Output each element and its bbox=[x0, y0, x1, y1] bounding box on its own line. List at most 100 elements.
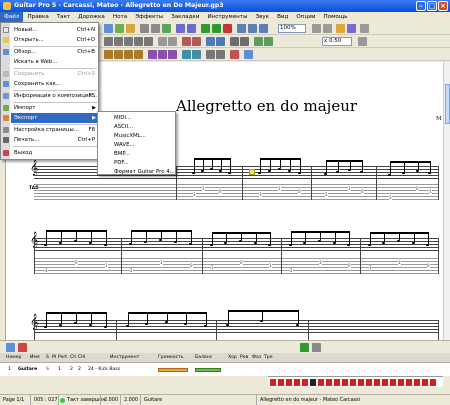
dynamics-icon[interactable] bbox=[182, 37, 191, 46]
screen-view-icon[interactable] bbox=[323, 24, 332, 33]
whole-note-icon[interactable] bbox=[104, 37, 113, 46]
quarter-note-icon[interactable] bbox=[124, 37, 133, 46]
menu-item-new[interactable]: Новый... Ctrl+N bbox=[3, 25, 99, 35]
dotted-note-icon[interactable] bbox=[158, 37, 167, 46]
close-button[interactable]: × bbox=[438, 1, 448, 11]
barline bbox=[360, 238, 361, 274]
barline bbox=[281, 238, 282, 274]
menu-edit[interactable]: Правка bbox=[23, 12, 52, 22]
measure-grid[interactable] bbox=[268, 376, 443, 387]
export-submenu: MIDI... ASCII... MusicXML... WAVE... BMP… bbox=[97, 111, 176, 175]
remove-track-icon[interactable] bbox=[18, 343, 27, 352]
menu-item-open[interactable]: Открыть... Ctrl+O bbox=[3, 35, 99, 45]
grace-note-icon[interactable] bbox=[206, 50, 215, 59]
tempo-select[interactable]: x 0.50 bbox=[322, 37, 352, 46]
menu-file[interactable]: Файл bbox=[0, 12, 24, 22]
menu-tools[interactable]: Инструменты bbox=[203, 12, 251, 22]
maximize-button[interactable]: □ bbox=[427, 1, 437, 11]
barline bbox=[311, 166, 312, 200]
menu-item-web-search[interactable]: Искать в Web... bbox=[11, 57, 99, 67]
zoom-select[interactable]: 100% bbox=[278, 24, 306, 33]
ghost-note-icon[interactable] bbox=[216, 50, 225, 59]
slide-icon[interactable] bbox=[114, 50, 123, 59]
export-gp4[interactable]: Формат Guitar Pro 4... bbox=[100, 167, 175, 177]
bend-icon[interactable] bbox=[104, 50, 113, 59]
menu-help[interactable]: Помощь bbox=[320, 12, 352, 22]
barline bbox=[176, 166, 177, 200]
menu-markers[interactable]: Закладки bbox=[167, 12, 203, 22]
play-icon[interactable] bbox=[201, 24, 210, 33]
time-signature-icon[interactable] bbox=[264, 37, 273, 46]
balance-slider[interactable] bbox=[195, 368, 221, 372]
harmonic-icon[interactable] bbox=[148, 50, 157, 59]
half-note-icon[interactable] bbox=[114, 37, 123, 46]
palm-mute-icon[interactable] bbox=[158, 50, 167, 59]
menu-view[interactable]: Вид bbox=[273, 12, 292, 22]
text-icon[interactable] bbox=[216, 37, 225, 46]
track-row[interactable]: 1 Guitare S 1 2 2 24 - Kick Bass bbox=[0, 362, 450, 376]
hammer-on-icon[interactable] bbox=[124, 50, 133, 59]
volume-slider[interactable] bbox=[158, 368, 188, 372]
sixteenth-note-icon[interactable] bbox=[144, 37, 153, 46]
key-signature-icon[interactable] bbox=[254, 37, 263, 46]
triplet-icon[interactable] bbox=[168, 37, 177, 46]
menu-measure[interactable]: Такт bbox=[53, 12, 74, 22]
vertical-scrollbar[interactable] bbox=[443, 62, 450, 340]
keyboard-icon[interactable] bbox=[347, 24, 356, 33]
title-bar: Guitar Pro 5 - Carcassi, Mateo - Allegre… bbox=[0, 0, 450, 12]
repeat-close-icon[interactable] bbox=[240, 37, 249, 46]
metronome-icon[interactable] bbox=[248, 24, 257, 33]
chord-icon[interactable] bbox=[206, 37, 215, 46]
fade-in-icon[interactable] bbox=[230, 50, 239, 59]
menu-item-browse[interactable]: Обзор... Ctrl+B bbox=[3, 47, 99, 57]
stop-icon[interactable] bbox=[223, 24, 232, 33]
redo-icon[interactable] bbox=[187, 24, 196, 33]
menu-item-exit[interactable]: Выход bbox=[3, 148, 99, 158]
page-view-icon[interactable] bbox=[312, 24, 321, 33]
mixer-settings-icon[interactable] bbox=[312, 343, 321, 352]
minimize-button[interactable]: – bbox=[416, 1, 426, 11]
menu-item-song-info[interactable]: Информация о композиции... F5 bbox=[3, 91, 99, 101]
countdown-icon[interactable] bbox=[259, 24, 268, 33]
repeat-open-icon[interactable] bbox=[230, 37, 239, 46]
undo-icon[interactable] bbox=[176, 24, 185, 33]
menu-note[interactable]: Нота bbox=[109, 12, 131, 22]
menu-item-print[interactable]: Печать... Ctrl+P bbox=[3, 135, 99, 145]
mixer-icon[interactable] bbox=[360, 24, 369, 33]
let-ring-icon[interactable] bbox=[168, 50, 177, 59]
tie-icon[interactable] bbox=[126, 24, 135, 33]
menu-item-save[interactable]: Сохранить Ctrl+S bbox=[3, 69, 99, 79]
menu-sound[interactable]: Звук bbox=[251, 12, 273, 22]
accent-icon[interactable] bbox=[192, 37, 201, 46]
vibrato-icon[interactable] bbox=[134, 50, 143, 59]
menu-item-save-as[interactable]: Сохранить как... bbox=[3, 79, 99, 89]
fretboard-icon[interactable] bbox=[336, 24, 345, 33]
play-from-start-icon[interactable] bbox=[212, 24, 221, 33]
loop-icon[interactable] bbox=[237, 24, 246, 33]
status-time1: 2.000 bbox=[100, 395, 118, 405]
copy-icon[interactable] bbox=[151, 24, 160, 33]
cut-icon[interactable] bbox=[140, 24, 149, 33]
edit-cursor[interactable] bbox=[249, 169, 255, 175]
barline bbox=[121, 238, 122, 274]
note-icon[interactable] bbox=[104, 24, 113, 33]
status-state: Такт завершен bbox=[58, 395, 106, 405]
scroll-thumb[interactable] bbox=[445, 84, 450, 124]
menu-options[interactable]: Опции bbox=[292, 12, 319, 22]
eighth-note-icon[interactable] bbox=[134, 37, 143, 46]
add-track-icon[interactable] bbox=[6, 343, 15, 352]
tremolo-icon[interactable] bbox=[182, 50, 191, 59]
mixer-play-icon[interactable] bbox=[300, 343, 309, 352]
menu-track[interactable]: Дорожка bbox=[74, 12, 109, 22]
menu-item-page-setup[interactable]: Настройка страницы... F8 bbox=[3, 125, 99, 135]
paste-icon[interactable] bbox=[162, 24, 171, 33]
speed-trainer-icon[interactable] bbox=[358, 37, 367, 46]
stroke-icon[interactable] bbox=[244, 50, 253, 59]
rest-icon[interactable] bbox=[115, 24, 124, 33]
menu-effects[interactable]: Эффекты bbox=[131, 12, 167, 22]
track-header: Номер Имя S M Port Ch Chl Инструмент Гро… bbox=[0, 353, 450, 362]
tapping-icon[interactable] bbox=[192, 50, 201, 59]
menu-item-import[interactable]: Импорт ▶ bbox=[3, 103, 99, 113]
menu-item-export[interactable]: Экспорт ▶ bbox=[3, 113, 99, 123]
barline bbox=[242, 166, 243, 200]
